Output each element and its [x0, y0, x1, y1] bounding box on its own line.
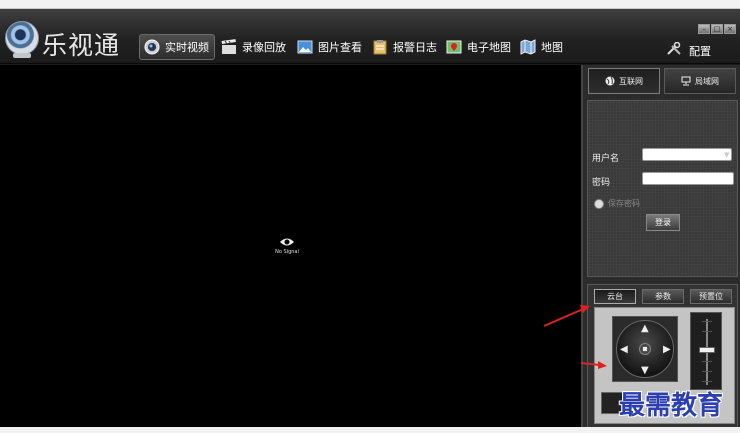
- red-arrow-icon: [580, 361, 607, 369]
- annotation-arrows: [543, 305, 607, 369]
- bottom-edge: [0, 427, 740, 433]
- app-window: 乐视通 实时视频 录像回放 图片查看 报警日志 电子地图 地图 – □ × 配置…: [0, 0, 740, 433]
- red-arrow-icon: [543, 305, 590, 327]
- watermark: 最需教育: [619, 391, 724, 421]
